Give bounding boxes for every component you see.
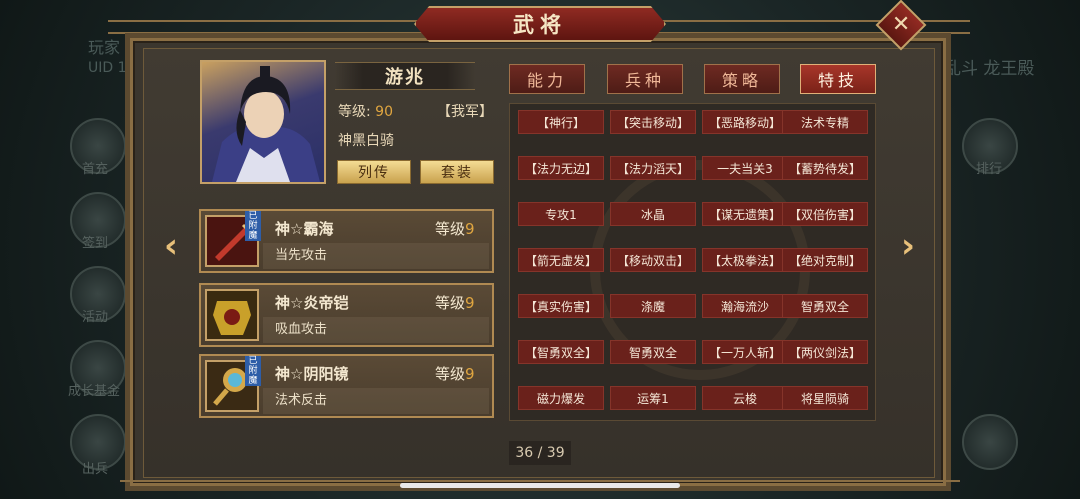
equipment-effect: 法术反击 xyxy=(263,388,489,414)
side-label-growth-fund: 成长基金 xyxy=(68,384,121,399)
general-level: 等级: 90 xyxy=(338,101,393,121)
skill-item[interactable]: 智勇双全 xyxy=(782,294,868,318)
enchanted-tag: 已附魔 xyxy=(245,211,261,241)
skill-item[interactable]: 【箭无虚发】 xyxy=(518,248,604,272)
equipment-slot-weapon[interactable]: 已附魔 神☆霸海 等级9 当先攻击 xyxy=(199,209,494,273)
menu-button[interactable] xyxy=(962,414,1018,470)
equipment-level: 等级9 xyxy=(435,218,475,239)
general-name: 游兆 xyxy=(385,67,425,88)
skill-item[interactable]: 【真实伤害】 xyxy=(518,294,604,318)
skill-item[interactable]: 专攻1 xyxy=(518,202,604,226)
equipment-level-label: 等级 xyxy=(435,365,466,383)
tab-ability[interactable]: 能力 xyxy=(509,64,585,94)
skill-item[interactable]: 【法力滔天】 xyxy=(610,156,696,180)
skill-item[interactable]: 【神行】 xyxy=(518,110,604,134)
tab-strategy[interactable]: 策略 xyxy=(704,64,780,94)
general-name-plate: 游兆 xyxy=(335,62,475,90)
skill-item[interactable]: 【双倍伤害】 xyxy=(782,202,868,226)
side-label-event: 活动 xyxy=(82,310,109,325)
equipment-effect: 当先攻击 xyxy=(263,243,489,269)
side-label-signin: 签到 xyxy=(82,236,109,251)
skill-item[interactable]: 云梭 xyxy=(702,386,788,410)
skill-item[interactable]: 法术专精 xyxy=(782,110,868,134)
equipment-level-value: 9 xyxy=(465,294,475,312)
equipment-name: 神☆阴阳镜 xyxy=(275,365,349,383)
general-title: 神黑白骑 xyxy=(338,133,394,149)
player-name-bg: 玩家 xyxy=(88,38,121,57)
panel-title: 武将 xyxy=(513,13,567,37)
home-indicator xyxy=(400,483,680,488)
side-label-first-charge: 首充 xyxy=(82,162,109,177)
skill-item[interactable]: 磁力爆发 xyxy=(518,386,604,410)
skill-item[interactable]: 【智勇双全】 xyxy=(518,340,604,364)
skill-item[interactable]: 瀚海流沙 xyxy=(702,294,788,318)
skill-item[interactable]: 【突击移动】 xyxy=(610,110,696,134)
equipment-level-value: 9 xyxy=(465,220,475,238)
skill-item[interactable]: 【一万人斩】 xyxy=(702,340,788,364)
side-label-deploy: 出兵 xyxy=(82,462,109,477)
skill-item[interactable]: 一夫当关3 xyxy=(702,156,788,180)
level-value: 90 xyxy=(375,104,393,120)
side-label-ranking: 排行 xyxy=(976,162,1003,177)
skill-item[interactable]: 【绝对克制】 xyxy=(782,248,868,272)
tab-special-skills[interactable]: 特技 xyxy=(800,64,876,94)
title-banner: 武将 xyxy=(414,6,666,42)
equipment-set-button[interactable]: 套装 xyxy=(420,160,494,184)
enchanted-tag: 已附魔 xyxy=(245,356,261,386)
skill-item[interactable]: 【恶路移动】 xyxy=(702,110,788,134)
portrait-art xyxy=(212,66,320,182)
equipment-level: 等级9 xyxy=(435,363,475,384)
equipment-level-value: 9 xyxy=(465,365,475,383)
skill-item[interactable]: 【两仪剑法】 xyxy=(782,340,868,364)
equipment-name: 神☆炎帝铠 xyxy=(275,294,349,312)
skill-item[interactable]: 将星陨骑 xyxy=(782,386,868,410)
event-title-bg: 乱斗 龙王殿 xyxy=(944,59,1035,79)
equipment-level: 等级9 xyxy=(435,292,475,313)
skill-item[interactable]: 智勇双全 xyxy=(610,340,696,364)
skill-item[interactable]: 涤魔 xyxy=(610,294,696,318)
skill-item[interactable]: 运筹1 xyxy=(610,386,696,410)
next-general-arrow-icon[interactable]: › xyxy=(895,229,921,263)
skill-item[interactable]: 【谋无遗策】 xyxy=(702,202,788,226)
faction-label: 【我军】 xyxy=(437,104,493,120)
general-portrait xyxy=(200,60,326,184)
equipment-effect: 吸血攻击 xyxy=(263,317,489,343)
skill-item[interactable]: 【太极拳法】 xyxy=(702,248,788,272)
equipment-level-label: 等级 xyxy=(435,294,466,312)
prev-general-arrow-icon[interactable]: ‹ xyxy=(158,229,184,263)
level-label: 等级: xyxy=(338,104,371,120)
tab-troop-type[interactable]: 兵种 xyxy=(607,64,683,94)
page-indicator: 36 / 39 xyxy=(509,441,571,465)
biography-button[interactable]: 列传 xyxy=(337,160,411,184)
equipment-slot-treasure[interactable]: 已附魔 神☆阴阳镜 等级9 法术反击 xyxy=(199,354,494,418)
equipment-name: 神☆霸海 xyxy=(275,220,334,238)
skill-item[interactable]: 【法力无边】 xyxy=(518,156,604,180)
skill-item[interactable]: 【蓄势待发】 xyxy=(782,156,868,180)
uid-label-bg: UID 13 xyxy=(88,60,136,76)
armor-icon xyxy=(205,289,259,341)
skill-item[interactable]: 【移动双击】 xyxy=(610,248,696,272)
close-icon: ✕ xyxy=(891,12,911,37)
equipment-level-label: 等级 xyxy=(435,220,466,238)
equipment-slot-armor[interactable]: 神☆炎帝铠 等级9 吸血攻击 xyxy=(199,283,494,347)
skill-item[interactable]: 冰晶 xyxy=(610,202,696,226)
